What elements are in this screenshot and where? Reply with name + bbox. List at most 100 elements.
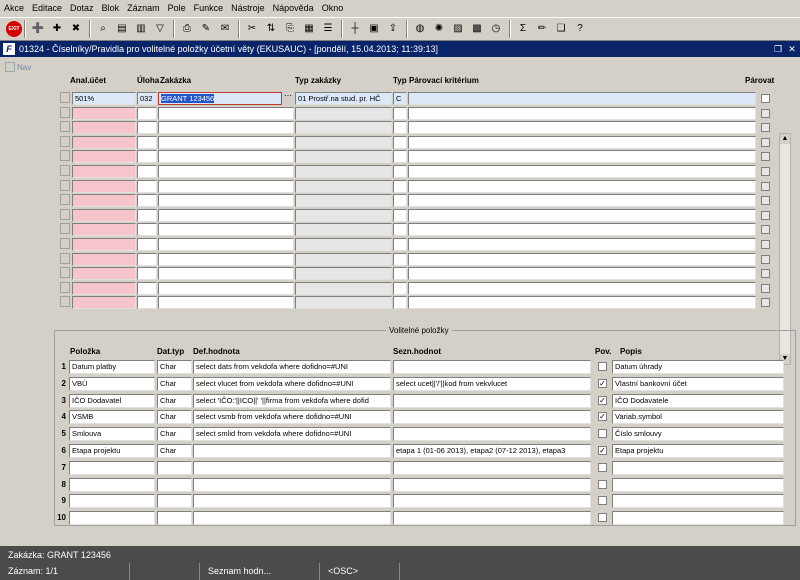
row-indicator[interactable] — [60, 208, 70, 220]
pov-checkbox[interactable] — [598, 429, 607, 439]
sezn-hodnot-field[interactable]: select ucet||'/'||kod from vekvlucet — [393, 376, 591, 391]
row-indicator[interactable] — [60, 281, 70, 293]
report-icon[interactable]: ▣ — [366, 21, 382, 37]
uloha-field[interactable] — [137, 208, 157, 222]
anal-ucet-field[interactable] — [72, 121, 136, 135]
settings-icon[interactable]: ✺ — [431, 21, 447, 37]
cut-icon[interactable]: ✂ — [244, 21, 260, 37]
row-indicator[interactable] — [60, 223, 70, 235]
zakazka-field[interactable] — [158, 106, 294, 120]
sezn-hodnot-field[interactable] — [393, 393, 591, 408]
row-indicator[interactable] — [60, 106, 70, 118]
sezn-hodnot-field[interactable] — [393, 477, 591, 492]
sum-icon[interactable]: Σ — [515, 21, 531, 37]
parovat-checkbox[interactable] — [761, 240, 770, 249]
filter-icon[interactable]: ▽ — [152, 21, 168, 37]
pov-checkbox[interactable]: ✓ — [598, 446, 607, 455]
parovaci-kriterium-field[interactable] — [408, 194, 756, 208]
parovat-checkbox[interactable] — [761, 108, 770, 118]
uloha-field[interactable] — [137, 267, 157, 281]
uloha-field[interactable] — [137, 106, 157, 120]
popis-field[interactable] — [612, 460, 784, 475]
split-icon[interactable]: ┼ — [347, 21, 363, 37]
close-icon[interactable]: ✕ — [786, 44, 798, 55]
parovat-checkbox[interactable] — [761, 210, 770, 220]
add-record-icon[interactable]: ➕ — [30, 21, 46, 37]
parovaci-kriterium-field[interactable] — [408, 252, 756, 266]
uloha-field[interactable] — [137, 223, 157, 237]
polozka-field[interactable] — [69, 460, 155, 475]
execute-query-icon[interactable]: ▤ — [114, 21, 130, 37]
parovaci-kriterium-field[interactable] — [408, 267, 756, 281]
parovaci-kriterium-field[interactable] — [408, 135, 756, 149]
zakazka-field[interactable] — [158, 179, 294, 193]
def-hodnota-field[interactable] — [193, 460, 391, 475]
def-hodnota-field[interactable]: select dats from vekdofa where dofidno=#… — [193, 360, 391, 374]
zakazka-field[interactable] — [158, 135, 294, 149]
anal-ucet-field[interactable] — [72, 179, 136, 193]
zakazka-field[interactable]: GRANT 123456 — [158, 92, 282, 105]
lov-button[interactable]: ⋯ — [283, 92, 293, 103]
globe-icon[interactable]: ◍ — [412, 21, 428, 37]
row-indicator[interactable] — [60, 296, 70, 308]
dat-typ-field[interactable]: Char — [157, 410, 192, 425]
polozka-field[interactable]: VSMB — [69, 410, 155, 425]
uloha-field[interactable] — [137, 194, 157, 208]
anal-ucet-field[interactable] — [72, 165, 136, 178]
anal-ucet-field[interactable]: 501% — [72, 92, 136, 105]
typ-field[interactable] — [393, 194, 407, 208]
sezn-hodnot-field[interactable] — [393, 360, 591, 374]
print-icon[interactable]: ⎙ — [179, 21, 195, 37]
row-indicator[interactable] — [60, 194, 70, 206]
menu-item-5[interactable]: Pole — [164, 0, 190, 17]
typ-field[interactable] — [393, 238, 407, 251]
row-indicator[interactable] — [60, 165, 70, 176]
def-hodnota-field[interactable]: select vlucet from vekdofa where dofidno… — [193, 376, 391, 391]
popis-field[interactable] — [612, 511, 784, 526]
menu-item-7[interactable]: Nástroje — [227, 0, 269, 17]
uloha-field[interactable] — [137, 296, 157, 310]
polozka-field[interactable]: Etapa projektu — [69, 444, 155, 458]
nav-button[interactable]: Nav — [5, 62, 31, 72]
pov-checkbox[interactable]: ✓ — [598, 412, 607, 422]
parovaci-kriterium-field[interactable] — [408, 121, 756, 135]
export-icon[interactable]: ⇪ — [385, 21, 401, 37]
row-indicator[interactable] — [60, 267, 70, 279]
swap-icon[interactable]: ⇅ — [263, 21, 279, 37]
zakazka-field[interactable] — [158, 281, 294, 295]
zakazka-field[interactable] — [158, 150, 294, 164]
restore-icon[interactable]: ❐ — [772, 44, 784, 55]
attach-icon[interactable]: ✎ — [198, 21, 214, 37]
row-indicator[interactable] — [60, 135, 70, 147]
help-icon[interactable]: ? — [572, 21, 588, 37]
menu-item-3[interactable]: Blok — [98, 0, 124, 17]
paste-icon[interactable]: ▦ — [301, 21, 317, 37]
dat-typ-field[interactable]: Char — [157, 393, 192, 408]
anal-ucet-field[interactable] — [72, 223, 136, 237]
parovat-checkbox[interactable] — [761, 137, 770, 147]
row-indicator[interactable] — [60, 121, 70, 133]
def-hodnota-field[interactable] — [193, 444, 391, 458]
menu-item-6[interactable]: Funkce — [190, 0, 228, 17]
polozka-field[interactable] — [69, 511, 155, 526]
typ-field[interactable] — [393, 208, 407, 222]
popis-field[interactable]: Etapa projektu — [612, 444, 784, 458]
zakazka-field[interactable] — [158, 165, 294, 178]
dat-typ-field[interactable]: Char — [157, 427, 192, 442]
copy-icon[interactable]: ⎘ — [282, 21, 298, 37]
typ-field[interactable] — [393, 296, 407, 310]
row-indicator[interactable] — [60, 179, 70, 191]
menu-item-1[interactable]: Editace — [28, 0, 66, 17]
popis-field[interactable] — [612, 494, 784, 509]
anal-ucet-field[interactable] — [72, 281, 136, 295]
dat-typ-field[interactable]: Char — [157, 360, 192, 374]
parovat-checkbox[interactable] — [761, 181, 770, 191]
scroll-up-icon[interactable]: ▲ — [780, 134, 790, 144]
typ-field[interactable] — [393, 165, 407, 178]
mail-icon[interactable]: ✉ — [217, 21, 233, 37]
sezn-hodnot-field[interactable]: etapa 1 (01-06 2013), etapa2 (07-12 2013… — [393, 444, 591, 458]
def-hodnota-field[interactable] — [193, 494, 391, 509]
parovaci-kriterium-field[interactable] — [408, 223, 756, 237]
parovaci-kriterium-field[interactable] — [408, 179, 756, 193]
menu-item-0[interactable]: Akce — [0, 0, 28, 17]
